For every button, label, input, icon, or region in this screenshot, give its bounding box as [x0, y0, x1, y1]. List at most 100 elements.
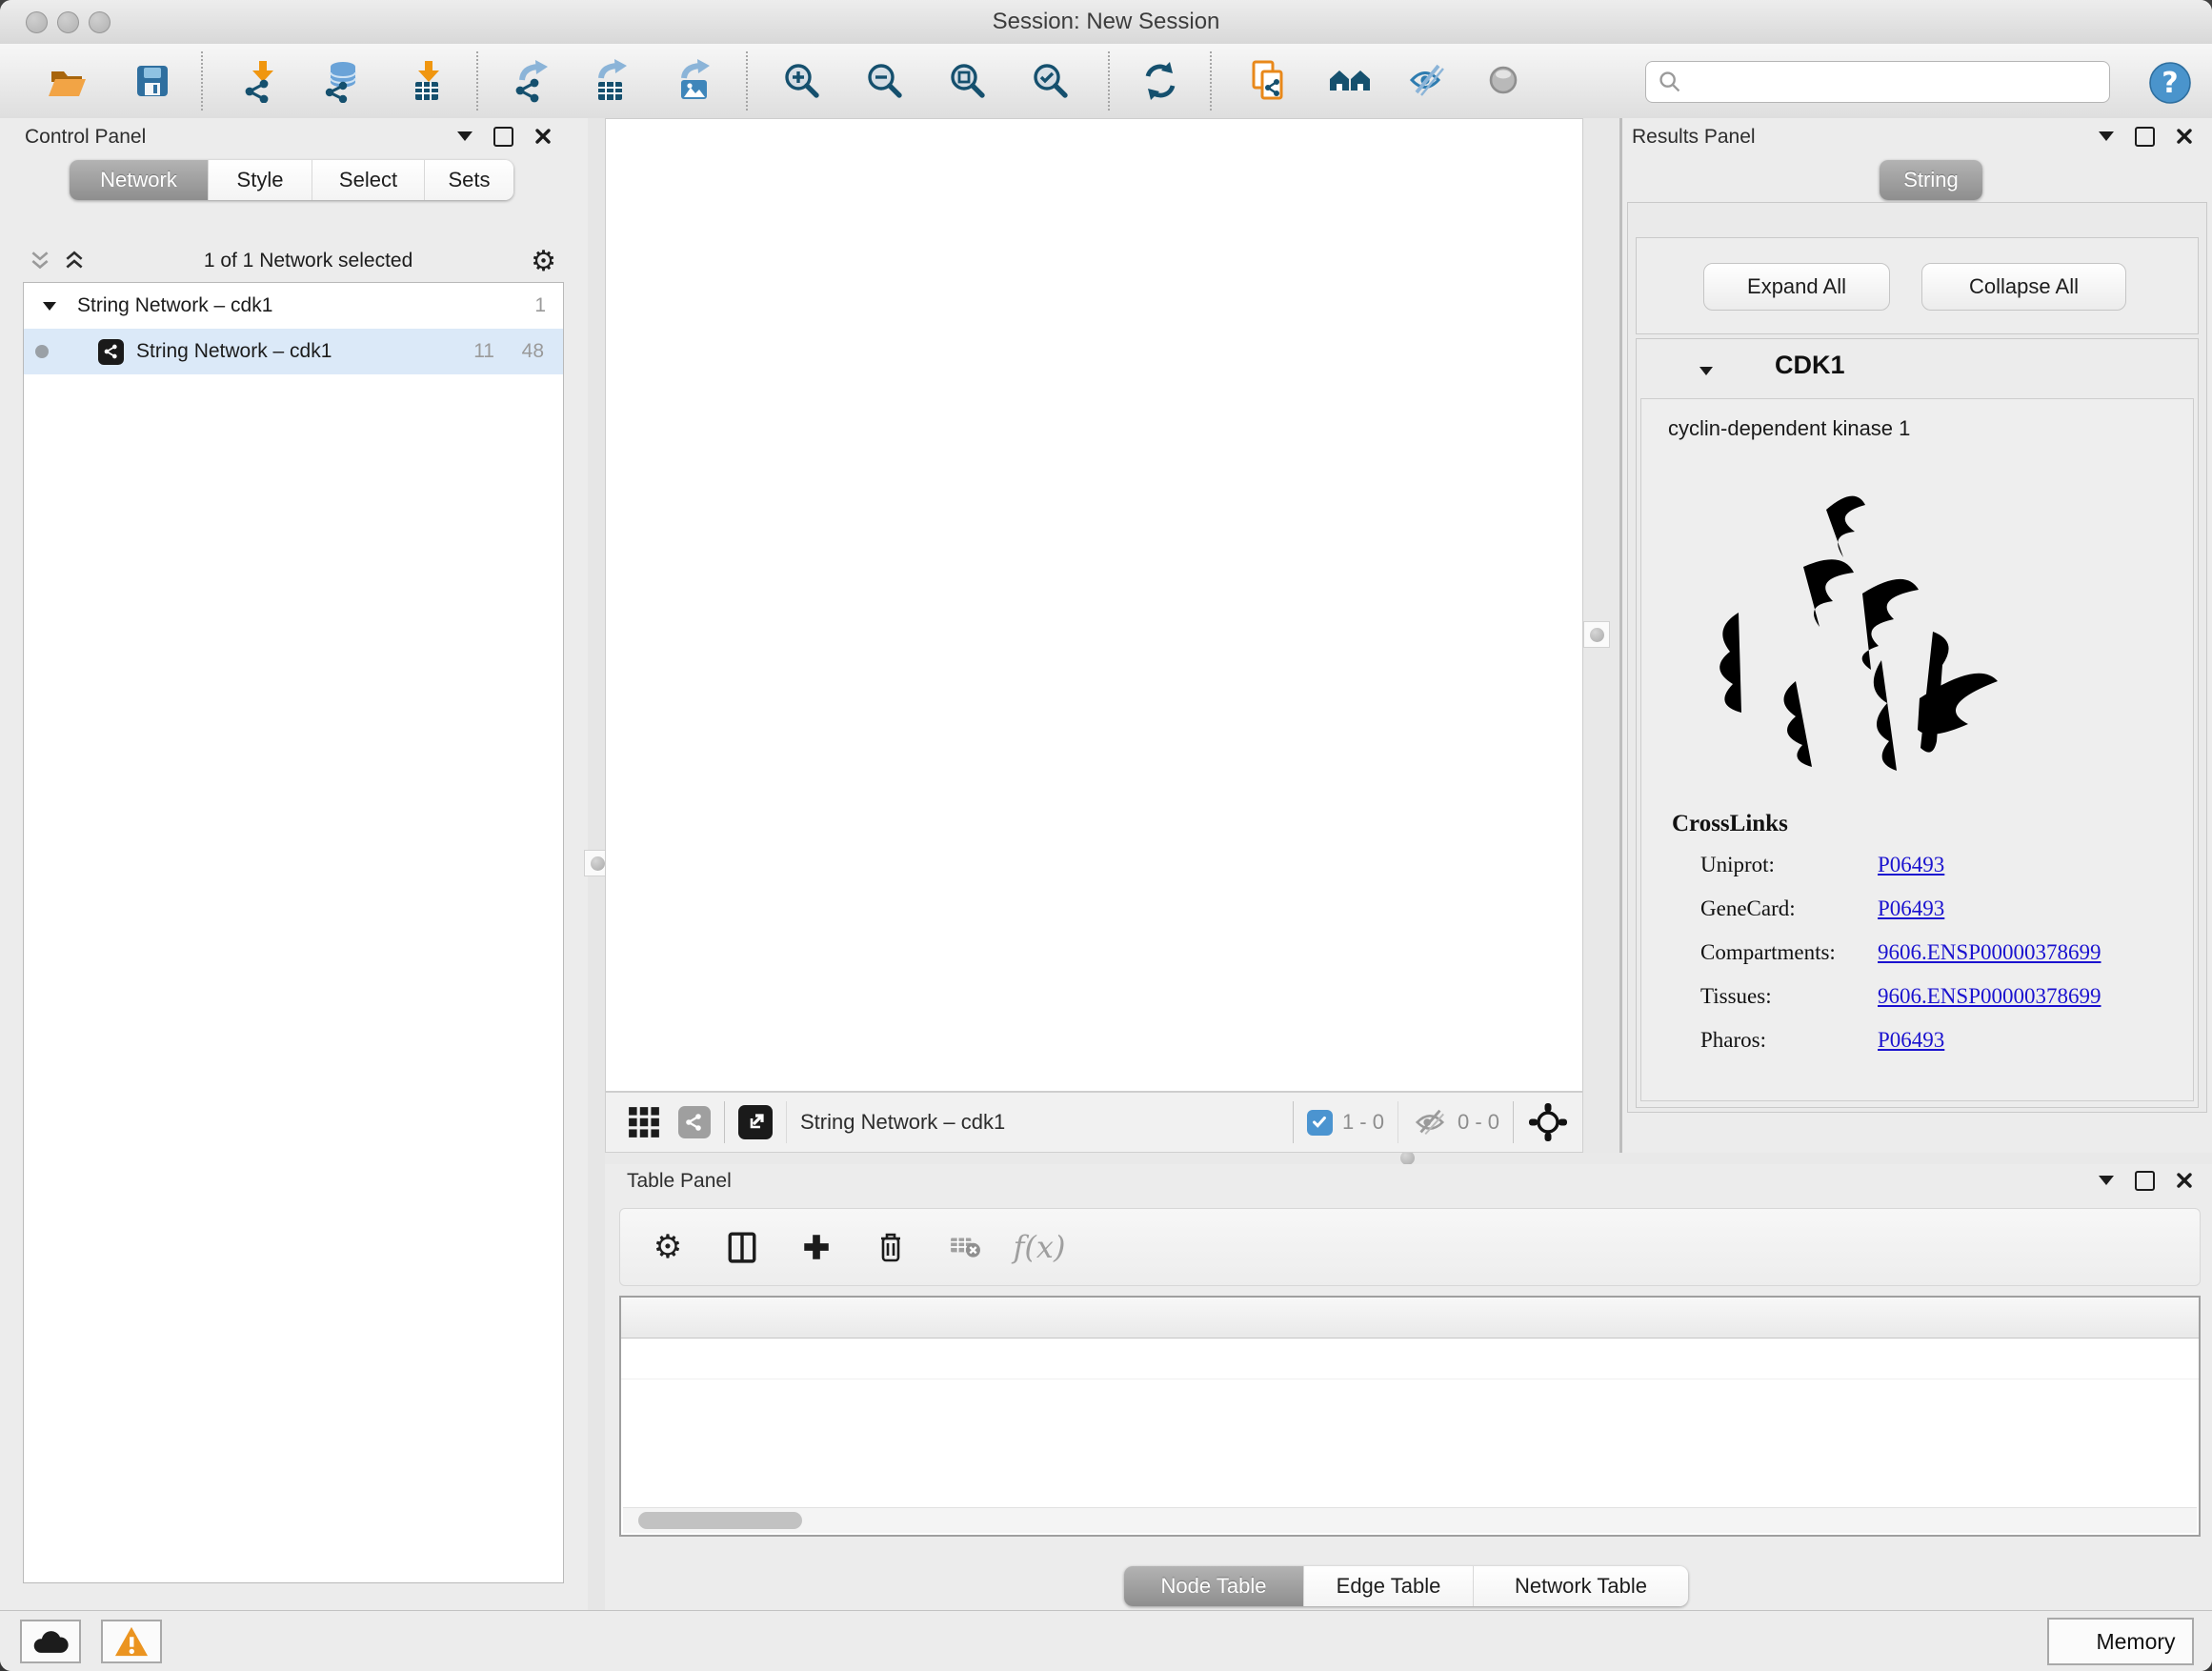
collapse-all-icon[interactable]: [29, 250, 51, 272]
crosslink-tissues-link[interactable]: 9606.ENSP00000378699: [1878, 984, 2101, 1009]
section-collapse-icon[interactable]: [1699, 367, 1713, 382]
network-options-gear-icon[interactable]: ⚙: [531, 245, 556, 278]
panel-menu-icon[interactable]: [2099, 131, 2114, 149]
tab-string[interactable]: String: [1880, 160, 1982, 200]
memory-button[interactable]: Memory: [2047, 1618, 2194, 1665]
window-title: Session: New Session: [0, 0, 2212, 44]
expand-all-icon[interactable]: [63, 250, 86, 272]
table-toolbar: ⚙ f(x): [619, 1208, 2201, 1286]
crosslink-pharos-link[interactable]: P06493: [1878, 1028, 1944, 1053]
tab-edge-table[interactable]: Edge Table: [1304, 1566, 1474, 1606]
network-badge-icon[interactable]: [678, 1106, 711, 1138]
delete-table-icon: [938, 1220, 992, 1274]
toolbar-separator: [1210, 51, 1212, 111]
network-tree: String Network – cdk1 1 String Network –…: [23, 282, 564, 1583]
selected-counts: 1 - 0: [1342, 1110, 1384, 1135]
selected-checkbox-icon[interactable]: [1307, 1110, 1333, 1136]
save-session-icon[interactable]: [129, 57, 176, 105]
scrollbar-thumb[interactable]: [638, 1512, 802, 1529]
show-all-icon[interactable]: [1481, 57, 1529, 105]
toolbar-separator: [201, 51, 203, 111]
panel-menu-icon[interactable]: [2099, 1176, 2114, 1193]
collection-expand-icon[interactable]: [43, 302, 56, 317]
first-neighbors-icon[interactable]: [1326, 57, 1374, 105]
zoom-selected-icon[interactable]: [1027, 57, 1075, 105]
hide-selected-icon[interactable]: [1405, 57, 1453, 105]
crosslink-compartments-link[interactable]: 9606.ENSP00000378699: [1878, 940, 2101, 965]
search-field: [1645, 61, 2110, 103]
panel-menu-icon[interactable]: [457, 131, 473, 149]
network-row-selected[interactable]: String Network – cdk1 11 48: [24, 329, 563, 374]
cloud-status-button[interactable]: [20, 1620, 81, 1663]
refresh-layout-icon[interactable]: [1136, 57, 1184, 105]
cloud-icon: [31, 1625, 70, 1658]
status-bar: Memory: [0, 1610, 2212, 1671]
network-canvas[interactable]: [605, 118, 1583, 1092]
horizontal-splitter[interactable]: [605, 1153, 2212, 1164]
crosslink-uniprot-link[interactable]: P06493: [1878, 853, 1944, 877]
network-selection-bar: 1 of 1 Network selected ⚙: [23, 240, 564, 282]
tab-sets[interactable]: Sets: [425, 160, 513, 200]
table-options-gear-icon[interactable]: ⚙: [641, 1220, 694, 1274]
help-icon[interactable]: ?: [2146, 59, 2194, 107]
new-network-from-selection-icon[interactable]: [1245, 57, 1293, 105]
hidden-counts: 0 - 0: [1458, 1110, 1499, 1135]
show-columns-icon[interactable]: [715, 1220, 769, 1274]
search-input[interactable]: [1690, 64, 2109, 100]
table-row[interactable]: [621, 1339, 2199, 1379]
toolbar-separator: [476, 51, 478, 111]
zoom-in-icon[interactable]: [778, 57, 826, 105]
zoom-out-icon[interactable]: [861, 57, 909, 105]
export-table-icon[interactable]: [588, 57, 635, 105]
tab-network-table[interactable]: Network Table: [1474, 1566, 1688, 1606]
results-panel: Results Panel String Expand All Collapse…: [1622, 118, 2212, 1153]
center-view-crosshair-icon[interactable]: [1527, 1101, 1569, 1143]
toolbar-separator: [1108, 51, 1110, 111]
network-collection-row[interactable]: String Network – cdk1 1: [24, 283, 563, 329]
cytoscape-window: Session: New Session: [0, 0, 2212, 1671]
close-panel-icon[interactable]: [2176, 1172, 2193, 1189]
delete-column-icon[interactable]: [864, 1220, 917, 1274]
toolbar-separator: [746, 51, 748, 111]
collapse-all-button[interactable]: Collapse All: [1921, 263, 2126, 311]
add-column-icon[interactable]: [790, 1220, 843, 1274]
section-node-name: CDK1: [1775, 351, 1845, 380]
protein-structure-image: [1683, 453, 2057, 824]
left-splitter[interactable]: [588, 118, 605, 1610]
zoom-fit-content-icon[interactable]: [944, 57, 992, 105]
close-panel-icon[interactable]: [534, 128, 552, 145]
tab-node-table[interactable]: Node Table: [1124, 1566, 1304, 1606]
export-image-icon[interactable]: [671, 57, 718, 105]
control-panel-title: Control Panel: [25, 126, 146, 149]
float-panel-icon[interactable]: [2135, 127, 2155, 147]
grid-view-icon[interactable]: [627, 1105, 661, 1139]
float-panel-icon[interactable]: [2135, 1171, 2155, 1191]
node-details-body: cyclin-dependent kinase 1 CrossLinks Uni…: [1640, 398, 2194, 1101]
table-header-row: [621, 1298, 2199, 1339]
crosslink-genecard-link[interactable]: P06493: [1878, 896, 1944, 921]
navigator-network-name: String Network – cdk1: [800, 1110, 1005, 1135]
open-in-window-icon[interactable]: [738, 1105, 773, 1139]
float-panel-icon[interactable]: [493, 127, 513, 147]
crosslink-label: Uniprot:: [1700, 853, 1775, 877]
edge-count: 48: [522, 340, 544, 363]
open-session-icon[interactable]: [43, 57, 90, 105]
crosslink-label: Pharos:: [1700, 1028, 1766, 1053]
warnings-button[interactable]: [101, 1620, 162, 1663]
table-horizontal-scrollbar[interactable]: [623, 1507, 2197, 1533]
import-table-file-icon[interactable]: [404, 57, 452, 105]
tab-network[interactable]: Network: [70, 160, 209, 200]
close-panel-icon[interactable]: [2176, 128, 2193, 145]
right-splitter-handle[interactable]: [1583, 621, 1610, 648]
import-network-database-icon[interactable]: [318, 57, 366, 105]
import-network-file-icon[interactable]: [238, 57, 286, 105]
tab-select[interactable]: Select: [312, 160, 425, 200]
export-network-icon[interactable]: [509, 57, 556, 105]
crosslink-label: Tissues:: [1700, 984, 1772, 1009]
right-splitter[interactable]: [1583, 118, 1622, 1153]
control-panel: Control Panel Network Style Select Sets …: [0, 118, 589, 1610]
table-panel: Table Panel ⚙ f(x): [605, 1164, 2212, 1610]
expand-all-button[interactable]: Expand All: [1703, 263, 1890, 311]
memory-status-dot: [2065, 1632, 2084, 1651]
tab-style[interactable]: Style: [209, 160, 312, 200]
